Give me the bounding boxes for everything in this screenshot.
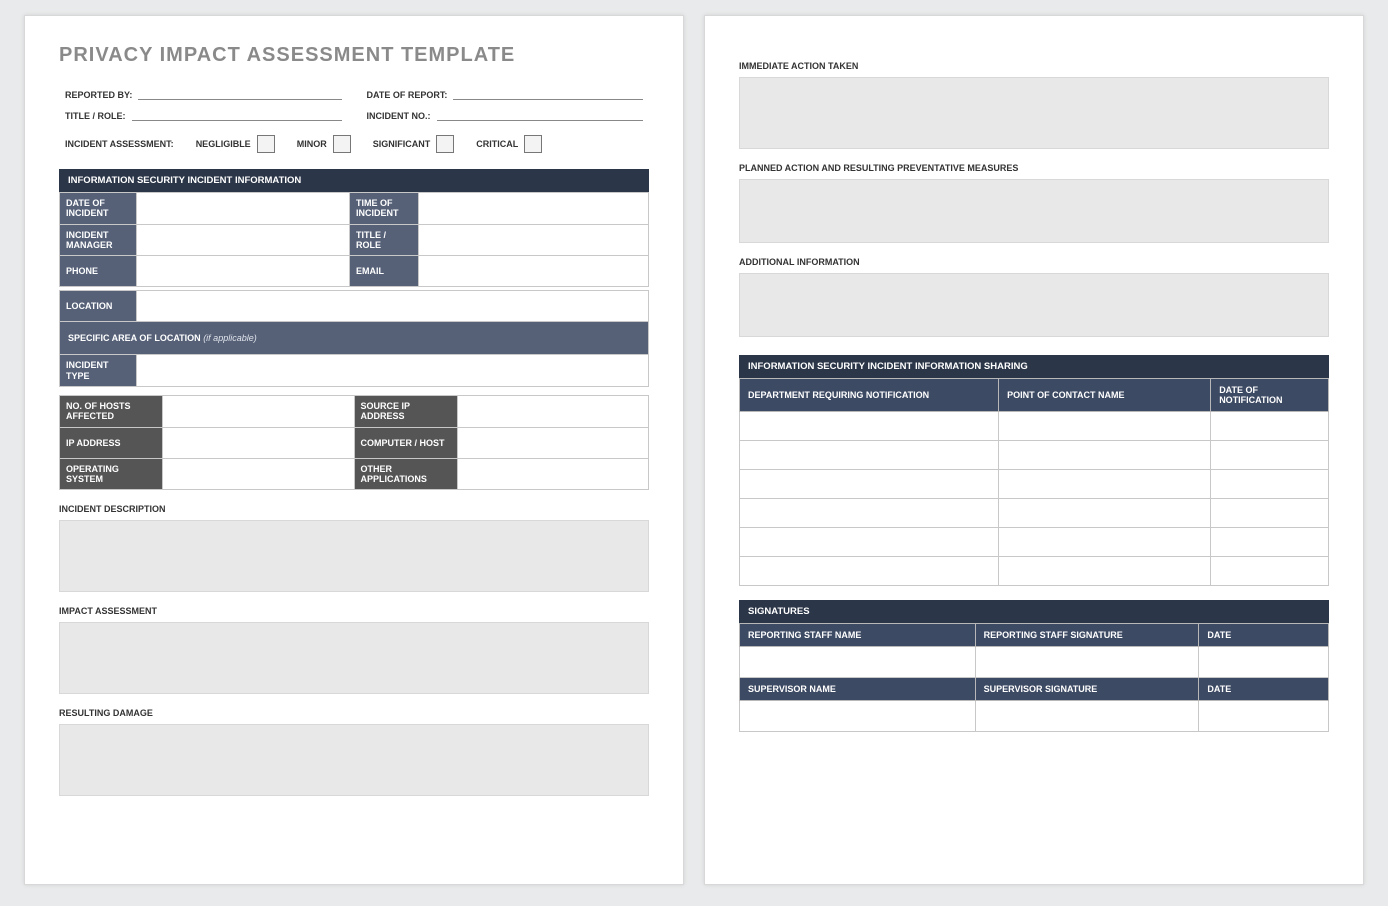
specific-area-text: SPECIFIC AREA OF LOCATION (68, 333, 201, 343)
resulting-damage-label: RESULTING DAMAGE (59, 708, 649, 718)
source-ip-label: SOURCE IP ADDRESS (354, 396, 457, 428)
info-table: DATE OF INCIDENT TIME OF INCIDENT INCIDE… (59, 192, 649, 287)
additional-info-label: ADDITIONAL INFORMATION (739, 257, 1329, 267)
date-of-incident-input[interactable] (137, 193, 350, 225)
sharing-table: DEPARTMENT REQUIRING NOTIFICATION POINT … (739, 378, 1329, 586)
computer-host-input[interactable] (457, 427, 649, 458)
signatures-header: SIGNATURES (739, 600, 1329, 623)
planned-action-label: PLANNED ACTION AND RESULTING PREVENTATIV… (739, 163, 1329, 173)
assessment-label: INCIDENT ASSESSMENT: (65, 139, 174, 149)
source-ip-input[interactable] (457, 396, 649, 428)
other-apps-label: OTHER APPLICATIONS (354, 458, 457, 490)
minor-option: MINOR (297, 135, 351, 153)
os-input[interactable] (163, 458, 355, 490)
incident-no-input[interactable] (437, 106, 644, 121)
resulting-damage-input[interactable] (59, 724, 649, 796)
incident-type-input[interactable] (137, 355, 649, 387)
date-of-report-label: DATE OF REPORT: (367, 90, 454, 100)
sharing-col2: POINT OF CONTACT NAME (999, 379, 1211, 412)
incident-description-input[interactable] (59, 520, 649, 592)
reporting-row (740, 647, 1329, 678)
specific-area-note: (if applicable) (203, 333, 257, 343)
negligible-checkbox[interactable] (257, 135, 275, 153)
reported-by-label: REPORTED BY: (65, 90, 138, 100)
page-2: IMMEDIATE ACTION TAKEN PLANNED ACTION AN… (704, 15, 1364, 885)
table-row (740, 470, 1329, 499)
negligible-label: NEGLIGIBLE (196, 139, 251, 149)
minor-checkbox[interactable] (333, 135, 351, 153)
time-of-incident-input[interactable] (419, 193, 649, 225)
planned-action-input[interactable] (739, 179, 1329, 243)
minor-label: MINOR (297, 139, 327, 149)
hosts-affected-input[interactable] (163, 396, 355, 428)
computer-host-label: COMPUTER / HOST (354, 427, 457, 458)
immediate-action-input[interactable] (739, 77, 1329, 149)
critical-label: CRITICAL (476, 139, 518, 149)
date-header-2: DATE (1199, 678, 1329, 701)
ip-address-input[interactable] (163, 427, 355, 458)
hosts-affected-label: NO. OF HOSTS AFFECTED (60, 396, 163, 428)
sharing-header: INFORMATION SECURITY INCIDENT INFORMATIO… (739, 355, 1329, 378)
incident-manager-input[interactable] (137, 224, 350, 256)
additional-info-input[interactable] (739, 273, 1329, 337)
time-of-incident-label: TIME OF INCIDENT (350, 193, 419, 225)
critical-checkbox[interactable] (524, 135, 542, 153)
ip-address-label: IP ADDRESS (60, 427, 163, 458)
location-table: LOCATION SPECIFIC AREA OF LOCATION (if a… (59, 290, 649, 387)
incident-description-label: INCIDENT DESCRIPTION (59, 504, 649, 514)
other-apps-input[interactable] (457, 458, 649, 490)
title-role-cell-input[interactable] (419, 224, 649, 256)
significant-checkbox[interactable] (436, 135, 454, 153)
location-label: LOCATION (60, 291, 137, 322)
table-row (740, 528, 1329, 557)
incident-type-label: INCIDENT TYPE (60, 355, 137, 387)
title-role-label: TITLE / ROLE: (65, 111, 132, 121)
impact-assessment-input[interactable] (59, 622, 649, 694)
table-row (740, 499, 1329, 528)
critical-option: CRITICAL (476, 135, 542, 153)
reporting-name-header: REPORTING STAFF NAME (740, 624, 976, 647)
specific-area-label: SPECIFIC AREA OF LOCATION (if applicable… (60, 322, 649, 355)
significant-label: SIGNIFICANT (373, 139, 431, 149)
tech-table: NO. OF HOSTS AFFECTED SOURCE IP ADDRESS … (59, 395, 649, 490)
impact-assessment-label: IMPACT ASSESSMENT (59, 606, 649, 616)
immediate-action-label: IMMEDIATE ACTION TAKEN (739, 61, 1329, 71)
table-row (740, 557, 1329, 586)
assessment-row: INCIDENT ASSESSMENT: NEGLIGIBLE MINOR SI… (59, 135, 649, 153)
sharing-col3: DATE OF NOTIFICATION (1211, 379, 1329, 412)
reporting-sig-header: REPORTING STAFF SIGNATURE (975, 624, 1199, 647)
section-info-header: INFORMATION SECURITY INCIDENT INFORMATIO… (59, 169, 649, 192)
significant-option: SIGNIFICANT (373, 135, 455, 153)
supervisor-row (740, 701, 1329, 732)
title-role-cell-label: TITLE / ROLE (350, 224, 419, 256)
title-role-input[interactable] (132, 106, 342, 121)
email-input[interactable] (419, 256, 649, 287)
supervisor-name-header: SUPERVISOR NAME (740, 678, 976, 701)
date-of-report-input[interactable] (453, 85, 643, 100)
date-header-1: DATE (1199, 624, 1329, 647)
page-title: PRIVACY IMPACT ASSESSMENT TEMPLATE (59, 44, 649, 67)
header-row-2: TITLE / ROLE: INCIDENT NO.: (59, 106, 649, 121)
phone-label: PHONE (60, 256, 137, 287)
date-of-incident-label: DATE OF INCIDENT (60, 193, 137, 225)
location-input[interactable] (137, 291, 649, 322)
email-label: EMAIL (350, 256, 419, 287)
incident-manager-label: INCIDENT MANAGER (60, 224, 137, 256)
page-1: PRIVACY IMPACT ASSESSMENT TEMPLATE REPOR… (24, 15, 684, 885)
signatures-table: REPORTING STAFF NAME REPORTING STAFF SIG… (739, 623, 1329, 732)
header-row-1: REPORTED BY: DATE OF REPORT: (59, 85, 649, 100)
table-row (740, 441, 1329, 470)
reported-by-input[interactable] (138, 85, 341, 100)
incident-no-label: INCIDENT NO.: (367, 111, 437, 121)
negligible-option: NEGLIGIBLE (196, 135, 275, 153)
table-row (740, 412, 1329, 441)
supervisor-sig-header: SUPERVISOR SIGNATURE (975, 678, 1199, 701)
phone-input[interactable] (137, 256, 350, 287)
sharing-col1: DEPARTMENT REQUIRING NOTIFICATION (740, 379, 999, 412)
os-label: OPERATING SYSTEM (60, 458, 163, 490)
